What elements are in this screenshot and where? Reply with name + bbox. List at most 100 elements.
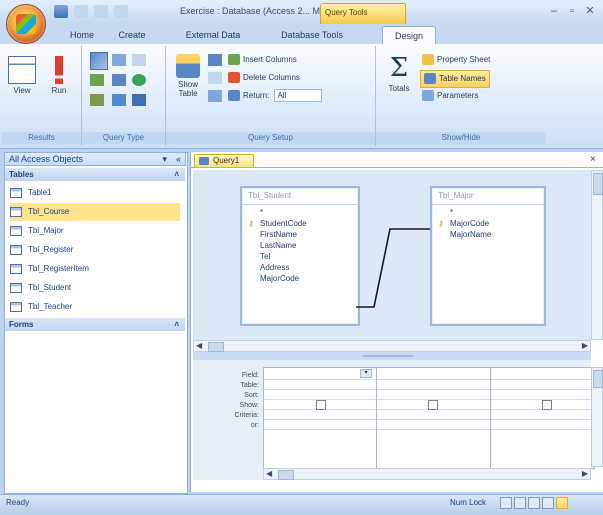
- delete-query-icon[interactable]: [132, 74, 146, 86]
- tab-create[interactable]: Create: [112, 26, 152, 44]
- field-item[interactable]: MajorName: [432, 229, 544, 240]
- design-horizontal-scrollbar[interactable]: ◀ ▶: [193, 340, 591, 352]
- document-tab-query1[interactable]: Query1: [194, 154, 254, 168]
- office-button[interactable]: [6, 4, 46, 44]
- chevron-down-icon[interactable]: ▾: [162, 153, 167, 165]
- field-item[interactable]: *: [432, 207, 544, 218]
- section-collapse-icon[interactable]: ˄: [174, 168, 179, 181]
- undo-icon[interactable]: [74, 5, 88, 18]
- query-tools-context-label: Query Tools: [320, 3, 406, 24]
- delete-rows-icon[interactable]: [208, 90, 222, 102]
- splitter-grip: [363, 355, 413, 357]
- scroll-thumb[interactable]: [593, 173, 603, 195]
- table-icon: [10, 187, 22, 198]
- window-title: Exercise : Database (Access 2... M: [180, 6, 321, 16]
- insert-columns-button[interactable]: Insert Columns: [228, 52, 297, 68]
- field-dropdown-arrow-icon[interactable]: ▾: [360, 369, 372, 378]
- minimize-button[interactable]: –: [546, 4, 562, 18]
- pane-splitter[interactable]: [193, 352, 591, 360]
- nav-section-forms[interactable]: Forms ˄: [5, 318, 185, 331]
- table-names-icon: [424, 73, 436, 85]
- qbe-row-label-or: or:: [250, 422, 259, 429]
- pass-through-query-icon[interactable]: [112, 94, 126, 106]
- field-item[interactable]: Tel: [242, 251, 358, 262]
- customize-qat-icon[interactable]: [114, 5, 128, 18]
- scroll-thumb[interactable]: [278, 470, 294, 480]
- design-vertical-scrollbar[interactable]: [591, 170, 603, 340]
- relationship-join-line[interactable]: [356, 225, 432, 315]
- insert-rows-icon[interactable]: [208, 72, 222, 84]
- return-select[interactable]: All: [274, 89, 323, 103]
- close-document-icon[interactable]: ×: [590, 154, 596, 165]
- qbe-horizontal-scrollbar[interactable]: ◀ ▶: [263, 468, 591, 480]
- tab-design[interactable]: Design: [382, 26, 436, 44]
- totals-button[interactable]: Σ Totals: [382, 54, 416, 93]
- datasheet-view-button[interactable]: [500, 497, 512, 509]
- append-query-icon[interactable]: [90, 74, 104, 86]
- save-icon[interactable]: [54, 5, 68, 18]
- scroll-left-icon[interactable]: ◀: [196, 341, 202, 350]
- run-button[interactable]: Run: [42, 56, 76, 95]
- field-item[interactable]: FirstName: [242, 229, 358, 240]
- show-checkbox[interactable]: [428, 400, 438, 410]
- nav-item-table[interactable]: Tbl_Register: [10, 241, 180, 259]
- property-sheet-icon: [422, 54, 434, 66]
- nav-item-table[interactable]: Table1: [10, 184, 180, 202]
- update-query-icon[interactable]: [112, 74, 126, 86]
- scroll-right-icon[interactable]: ▶: [582, 341, 588, 350]
- document-tab-strip: [190, 167, 603, 168]
- data-definition-query-icon[interactable]: [132, 94, 146, 106]
- field-list-major[interactable]: Tbl_Major * ⚷ MajorCode MajorName: [430, 186, 546, 326]
- close-button[interactable]: ✕: [582, 4, 598, 18]
- nav-item-table[interactable]: Tbl_Major: [10, 222, 180, 240]
- tab-external-data[interactable]: External Data: [178, 26, 248, 44]
- nav-item-label: Table1: [28, 188, 52, 197]
- design-view-button[interactable]: [556, 497, 568, 509]
- property-sheet-button[interactable]: Property Sheet: [422, 52, 490, 68]
- field-item[interactable]: *: [242, 207, 358, 218]
- pivot-chart-view-button[interactable]: [528, 497, 540, 509]
- collapse-pane-icon[interactable]: «: [176, 153, 181, 165]
- nav-section-tables[interactable]: Tables ˄: [5, 168, 185, 181]
- view-button[interactable]: View: [6, 56, 38, 95]
- redo-icon[interactable]: [94, 5, 108, 18]
- field-item[interactable]: ⚷ StudentCode: [242, 218, 358, 229]
- qbe-grid[interactable]: ▾: [263, 367, 595, 469]
- qbe-row-label-field: Field:: [241, 372, 259, 379]
- tab-database-tools[interactable]: Database Tools: [272, 26, 352, 44]
- show-table-button[interactable]: Show Table: [170, 54, 206, 98]
- nav-item-table[interactable]: Tbl_RegisterItem: [10, 260, 180, 278]
- field-item[interactable]: MajorCode: [242, 273, 358, 284]
- results-group-label: Results: [2, 132, 81, 144]
- make-table-query-icon[interactable]: [112, 54, 126, 66]
- nav-item-table[interactable]: Tbl_Course: [10, 203, 180, 221]
- table-names-button[interactable]: Table Names: [420, 70, 490, 88]
- field-item-label: MajorCode: [450, 219, 490, 228]
- nav-item-table[interactable]: Tbl_Teacher: [10, 298, 180, 316]
- parameters-button[interactable]: Parameters: [422, 88, 478, 104]
- scroll-left-icon[interactable]: ◀: [266, 469, 272, 478]
- nav-item-table[interactable]: Tbl_Student: [10, 279, 180, 297]
- sql-view-button[interactable]: [542, 497, 554, 509]
- delete-columns-button[interactable]: Delete Columns: [228, 70, 300, 86]
- select-query-icon[interactable]: [90, 52, 108, 70]
- tab-home[interactable]: Home: [62, 26, 102, 44]
- field-item[interactable]: ⚷ MajorCode: [432, 218, 544, 229]
- qbe-vertical-scrollbar[interactable]: [591, 367, 603, 467]
- crosstab-query-icon[interactable]: [132, 54, 146, 66]
- pivot-table-view-button[interactable]: [514, 497, 526, 509]
- maximize-button[interactable]: ▫: [564, 4, 580, 18]
- field-item[interactable]: LastName: [242, 240, 358, 251]
- scroll-right-icon[interactable]: ▶: [582, 469, 588, 478]
- nav-pane-header[interactable]: All Access Objects ▾ «: [4, 152, 186, 166]
- return-label: Return:: [243, 91, 270, 100]
- show-checkbox[interactable]: [542, 400, 552, 410]
- section-collapse-icon[interactable]: ˄: [174, 318, 179, 331]
- field-list-student[interactable]: Tbl_Student * ⚷ StudentCode FirstName Las…: [240, 186, 360, 326]
- builder-icon[interactable]: [208, 54, 222, 66]
- union-query-icon[interactable]: [90, 94, 104, 106]
- scroll-thumb[interactable]: [593, 370, 603, 388]
- scroll-thumb[interactable]: [208, 342, 224, 352]
- field-item[interactable]: Address: [242, 262, 358, 273]
- show-checkbox[interactable]: [316, 400, 326, 410]
